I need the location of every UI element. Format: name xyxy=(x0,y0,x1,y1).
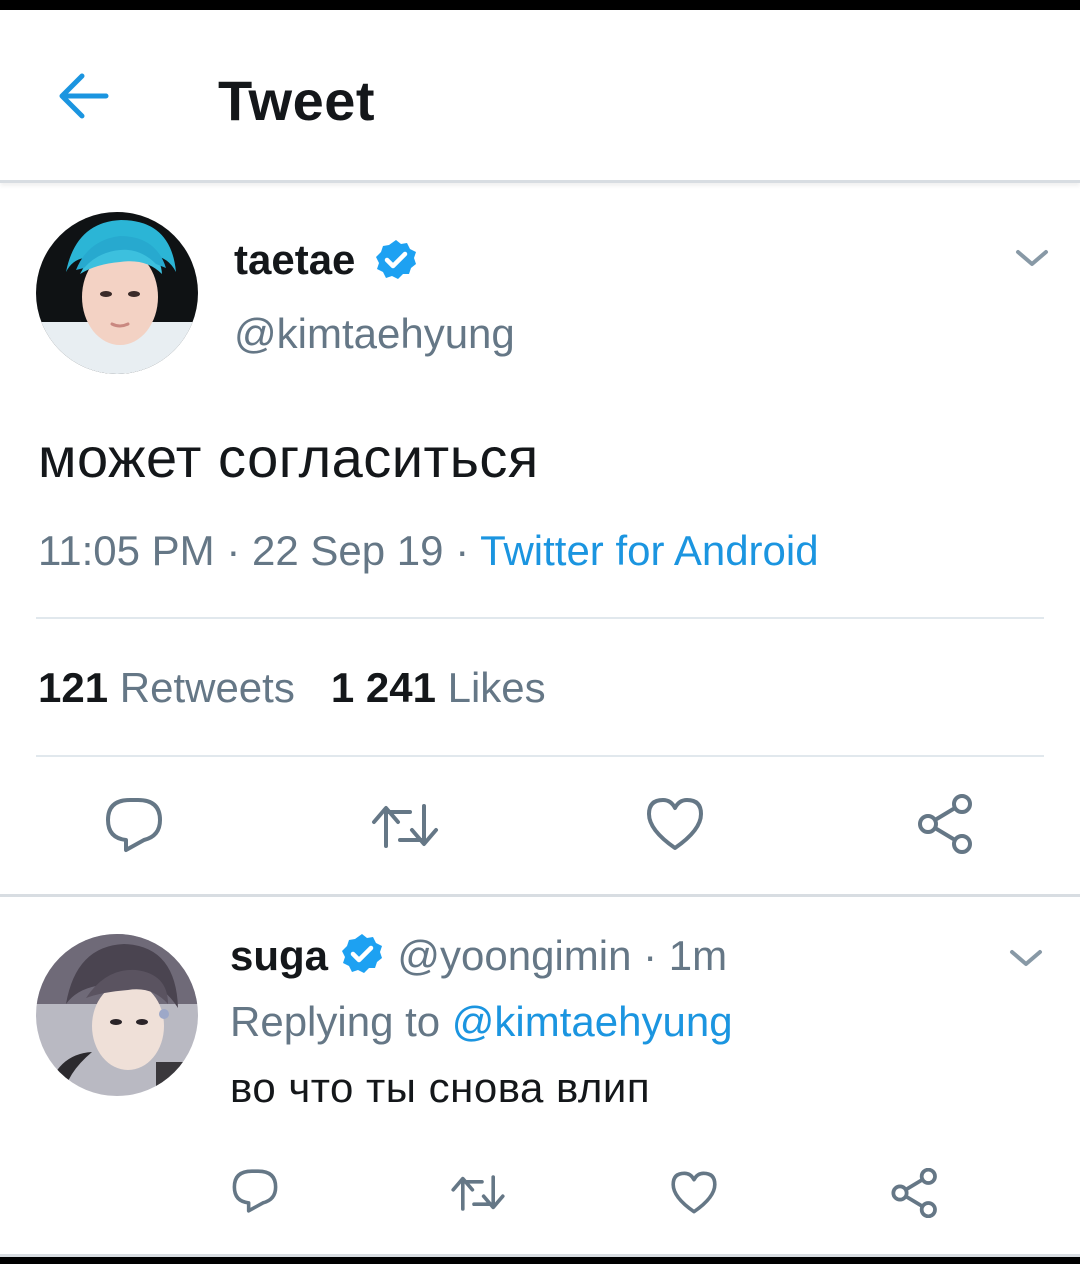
likes-label: Likes xyxy=(447,664,546,711)
replying-to-label: Replying to xyxy=(230,998,441,1045)
section-divider xyxy=(0,894,1080,897)
replying-to: Replying to @kimtaehyung xyxy=(230,998,733,1046)
retweets-label: Retweets xyxy=(119,664,295,711)
meta-separator: · xyxy=(643,932,658,979)
display-name[interactable]: taetae xyxy=(234,236,355,284)
reply-icon[interactable] xyxy=(231,1168,279,1214)
verified-badge-icon xyxy=(374,238,418,287)
like-icon[interactable] xyxy=(670,1170,718,1215)
share-icon[interactable] xyxy=(890,1168,940,1218)
reply-time: 1m xyxy=(668,932,728,979)
like-icon[interactable] xyxy=(645,796,705,852)
meta-separator: · xyxy=(226,527,241,574)
reply-text: во что ты снова влип xyxy=(230,1064,651,1111)
reply-icon[interactable] xyxy=(104,796,164,854)
app-header: Tweet xyxy=(0,10,1080,183)
tweet-text: может согласиться xyxy=(38,426,539,489)
reply-display-name[interactable]: suga xyxy=(230,932,328,979)
likes-stat[interactable]: 1 241 Likes xyxy=(331,664,546,711)
divider xyxy=(36,617,1044,619)
share-icon[interactable] xyxy=(916,794,976,854)
chevron-down-icon[interactable] xyxy=(1012,244,1052,277)
divider xyxy=(36,755,1044,757)
status-bar xyxy=(0,0,1080,10)
reply-header: suga @yoongimin · 1m xyxy=(230,932,727,980)
bottom-edge xyxy=(0,1257,1080,1264)
reply-handle[interactable]: @yoongimin xyxy=(397,932,631,979)
tweet-date: 22 Sep 19 xyxy=(252,527,444,574)
avatar[interactable] xyxy=(36,934,198,1096)
avatar[interactable] xyxy=(36,212,198,374)
user-handle[interactable]: @kimtaehyung xyxy=(234,310,515,358)
page-title: Tweet xyxy=(218,69,376,132)
retweet-icon[interactable] xyxy=(370,800,440,852)
arrow-left-icon[interactable] xyxy=(56,70,114,122)
replying-to-handle-link[interactable]: @kimtaehyung xyxy=(452,998,733,1045)
likes-count: 1 241 xyxy=(330,664,436,711)
retweets-count: 121 xyxy=(38,664,109,711)
tweet-time: 11:05 PM xyxy=(38,527,215,574)
tweet-source-link[interactable]: Twitter for Android xyxy=(480,527,818,574)
meta-separator: · xyxy=(455,527,470,574)
verified-badge-icon xyxy=(340,932,386,973)
retweet-icon[interactable] xyxy=(450,1172,506,1214)
tweet-meta: 11:05 PM · 22 Sep 19 · Twitter for Andro… xyxy=(38,527,819,575)
tweet-stats: 121 Retweets 1 241 Likes xyxy=(38,664,546,712)
retweets-stat[interactable]: 121 Retweets xyxy=(38,664,295,711)
chevron-down-icon[interactable] xyxy=(1006,944,1046,977)
